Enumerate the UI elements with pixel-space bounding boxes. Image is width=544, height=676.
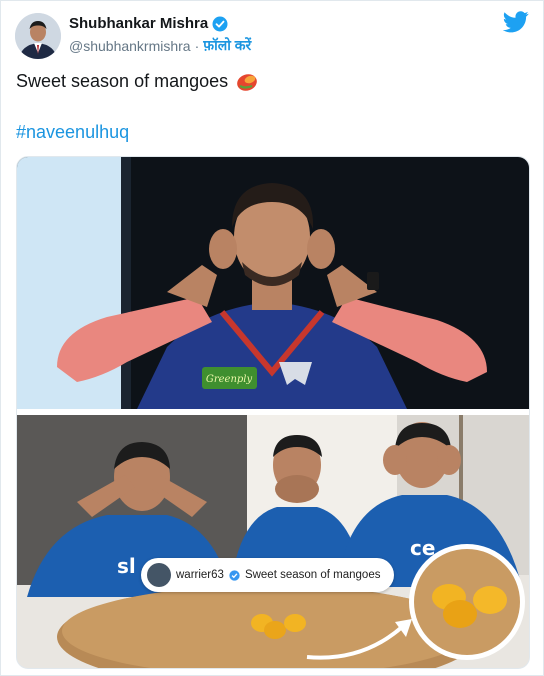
user-handle[interactable]: @shubhankrmishra <box>69 38 191 54</box>
tweet-text-content: Sweet season of mangoes <box>16 71 229 91</box>
name-row: Shubhankar Mishra <box>69 15 228 32</box>
display-name[interactable]: Shubhankar Mishra <box>69 15 208 32</box>
follow-button[interactable]: फ़ॉलो करें <box>203 36 251 55</box>
hashtag-link[interactable]: #naveenulhuq <box>16 122 129 143</box>
mango-icon <box>236 72 258 92</box>
tweet-card[interactable]: Shubhankar Mishra @shubhankrmishra · फ़ॉ… <box>0 0 544 676</box>
verified-badge-icon <box>212 16 228 32</box>
svg-text:Greenply: Greenply <box>206 374 253 385</box>
media-collage-image: Greenply ce sl <box>17 157 529 668</box>
handle-row: @shubhankrmishra · फ़ॉलो करें <box>69 36 251 55</box>
avatar-image <box>15 13 61 59</box>
caption-text: Sweet season of mangoes <box>244 569 381 581</box>
caption-verified-icon <box>229 569 240 581</box>
handle-separator: · <box>194 37 200 54</box>
top-photo: Greenply <box>17 157 529 409</box>
jersey-text-left: sl <box>117 554 136 578</box>
twitter-bird-icon[interactable] <box>503 11 529 33</box>
tweet-text: Sweet season of mangoes <box>16 71 258 92</box>
tweet-media[interactable]: Greenply ce sl warrier63 Sweet season of… <box>16 156 530 669</box>
caption-username: warrier63 <box>176 569 224 581</box>
caption-avatar <box>147 563 171 587</box>
avatar[interactable] <box>15 13 61 59</box>
overlay-caption: warrier63 Sweet season of mangoes <box>141 558 395 592</box>
bottom-photo: ce sl <box>17 415 529 668</box>
